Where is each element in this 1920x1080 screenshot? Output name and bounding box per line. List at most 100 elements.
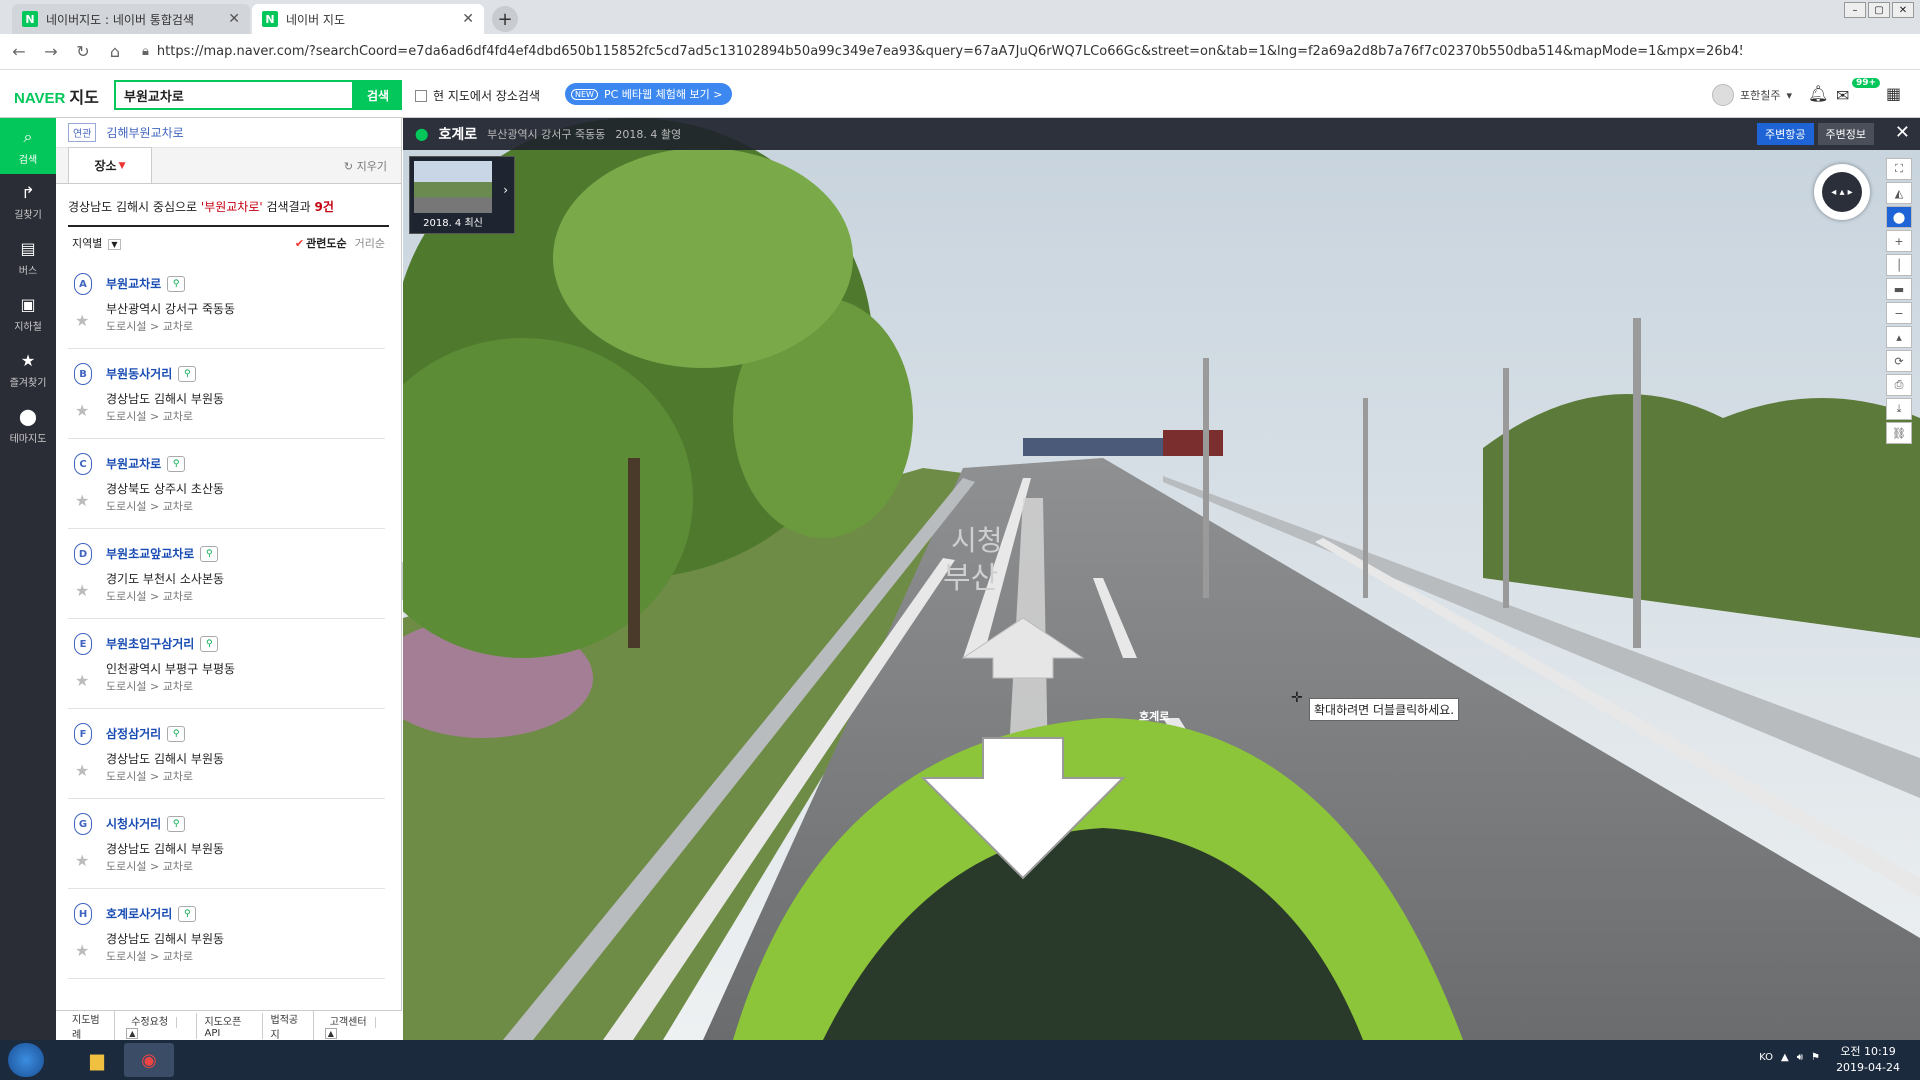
street-view[interactable]: 시청 부산 ⬤ 호계로 부산광역시 강서구 죽동동 2018. 4 촬영 주변항… — [403, 118, 1920, 1040]
nav-directions[interactable]: ↱ 길찾기 — [0, 174, 56, 230]
browser-tab-search[interactable]: N 네이버지도 : 네이버 통합검색 ✕ — [12, 4, 250, 34]
nav-search[interactable]: ⌕ 검색 — [0, 118, 56, 174]
location-pin-icon[interactable]: ⚲ — [178, 905, 197, 922]
print-icon[interactable]: ⎙ — [1886, 374, 1912, 396]
link-icon[interactable]: ⛓ — [1886, 422, 1912, 444]
street-view-image[interactable]: 시청 부산 — [403, 118, 1920, 1040]
volume-icon[interactable]: 🔊︎ — [1797, 1052, 1803, 1063]
result-item[interactable]: F ★ 삼정삼거리 ⚲ 경상남도 김해시 부원동 도로시설 > 교차로 — [68, 709, 385, 799]
map-marker-icon[interactable]: F — [74, 723, 92, 745]
star-icon[interactable]: ★ — [75, 311, 89, 330]
star-icon[interactable]: ★ — [75, 581, 89, 600]
close-tab-icon[interactable]: ✕ — [462, 11, 474, 27]
flag-icon[interactable]: ⚑ — [1811, 1052, 1820, 1063]
zoom-out-icon[interactable]: − — [1886, 302, 1912, 324]
location-pin-icon[interactable]: ⚲ — [167, 275, 186, 292]
map-marker-icon[interactable]: G — [74, 813, 92, 835]
location-pin-icon[interactable]: ⚲ — [167, 815, 186, 832]
star-icon[interactable]: ★ — [75, 941, 89, 960]
result-item[interactable]: E ★ 부원초입구삼거리 ⚲ 인천광역시 부평구 부평동 도로시설 > 교차로 — [68, 619, 385, 709]
location-pin-icon[interactable]: ⚲ — [167, 725, 186, 742]
map-marker-icon[interactable]: B — [74, 363, 92, 385]
sort-distance[interactable]: 거리순 — [355, 235, 385, 251]
region-filter[interactable]: 지역별 ▼ — [72, 235, 121, 251]
footer-link[interactable]: 지도오픈API — [197, 1012, 263, 1039]
result-item[interactable]: A ★ 부원교차로 ⚲ 부산광역시 강서구 죽동동 도로시설 > 교차로 — [68, 259, 385, 349]
checkbox-icon[interactable] — [415, 89, 427, 102]
start-button[interactable] — [8, 1043, 44, 1077]
naver-logo[interactable]: NAVER 지도 — [14, 84, 99, 108]
close-icon[interactable]: ✕ — [1895, 122, 1910, 143]
close-tab-icon[interactable]: ✕ — [228, 11, 240, 27]
result-name[interactable]: 삼정삼거리 ⚲ — [106, 725, 186, 742]
nav-bus[interactable]: ▤ 버스 — [0, 230, 56, 286]
star-icon[interactable]: ★ — [75, 401, 89, 420]
star-icon[interactable]: ★ — [75, 491, 89, 510]
street-view-toggle-icon[interactable]: ⬤ — [1886, 206, 1912, 228]
aviation-view-icon[interactable]: ◭ — [1886, 182, 1912, 204]
chevron-right-icon[interactable]: › — [503, 183, 508, 197]
nearby-aviation-button[interactable]: 주변항공 — [1757, 123, 1814, 145]
location-pin-icon[interactable]: ⚲ — [200, 545, 219, 562]
nav-favorites[interactable]: ★ 즐겨찾기 — [0, 342, 56, 398]
map-marker-icon[interactable]: H — [74, 903, 92, 925]
network-icon[interactable]: ▲ — [1781, 1052, 1789, 1063]
apps-grid-icon[interactable]: ▦ — [1886, 84, 1901, 103]
back-icon[interactable]: ← — [6, 39, 32, 65]
footer-link[interactable]: 지도범례 — [64, 1010, 116, 1041]
result-item[interactable]: H ★ 호계로사거리 ⚲ 경상남도 김해시 부원동 도로시설 > 교차로 — [68, 889, 385, 979]
nav-subway[interactable]: ▣ 지하철 — [0, 286, 56, 342]
footer-link[interactable]: 수정요청▲ — [115, 1012, 197, 1039]
result-item[interactable]: B ★ 부원동사거리 ⚲ 경상남도 김해시 부원동 도로시설 > 교차로 — [68, 349, 385, 439]
result-name[interactable]: 부원동사거리 ⚲ — [106, 365, 197, 382]
result-item[interactable]: C ★ 부원교차로 ⚲ 경상북도 상주시 초산동 도로시설 > 교차로 — [68, 439, 385, 529]
past-view-thumbnail[interactable]: 2018. 4 최신 › — [409, 156, 515, 234]
home-icon[interactable]: ⌂ — [102, 39, 128, 65]
url-input[interactable]: 🔒︎ https://map.naver.com/?searchCoord=e7… — [142, 37, 1742, 66]
footer-link[interactable]: 고객센터▲ — [314, 1013, 394, 1039]
zoom-in-icon[interactable]: + — [1886, 230, 1912, 252]
result-item[interactable]: D ★ 부원초교앞교차로 ⚲ 경기도 부천시 소사본동 도로시설 > 교차로 — [68, 529, 385, 619]
fullscreen-icon[interactable]: ⛶ — [1886, 158, 1912, 180]
user-menu[interactable]: 포한칠주 ▾ — [1712, 84, 1792, 106]
close-window-button[interactable]: ✕ — [1892, 2, 1914, 18]
result-item[interactable]: G ★ 시청사거리 ⚲ 경상남도 김해시 부원동 도로시설 > 교차로 — [68, 799, 385, 889]
sort-relevance[interactable]: 관련도순 — [295, 235, 346, 251]
result-name[interactable]: 부원교차로 ⚲ — [106, 455, 186, 472]
star-icon[interactable]: ★ — [75, 851, 89, 870]
maximize-button[interactable]: ▢ — [1868, 2, 1890, 18]
direction-arrows-icon[interactable]: ◂ ▴ ▸ — [1822, 172, 1862, 212]
result-name[interactable]: 부원초입구삼거리 ⚲ — [106, 635, 219, 652]
map-marker-icon[interactable]: C — [74, 453, 92, 475]
minimize-button[interactable]: – — [1844, 2, 1866, 18]
folder-icon[interactable]: ▆ — [72, 1043, 122, 1077]
beta-web-button[interactable]: NEW PC 베타웹 체험해 보기 > — [565, 83, 733, 105]
language-indicator[interactable]: KO — [1759, 1052, 1773, 1063]
location-pin-icon[interactable]: ⚲ — [178, 365, 197, 382]
result-name[interactable]: 부원교차로 ⚲ — [106, 275, 186, 292]
result-name[interactable]: 호계로사거리 ⚲ — [106, 905, 197, 922]
chrome-icon[interactable]: ◉ — [124, 1043, 174, 1077]
taskbar-clock[interactable]: 오전 10:19 2019-04-24 — [1836, 1044, 1900, 1076]
related-search-link[interactable]: 김해부원교차로 — [106, 124, 183, 141]
save-icon[interactable]: ⤓ — [1886, 398, 1912, 420]
star-icon[interactable]: ★ — [75, 761, 89, 780]
search-input[interactable]: 부원교차로 — [114, 80, 354, 110]
rotate-icon[interactable]: ⟳ — [1886, 350, 1912, 372]
new-tab-button[interactable]: + — [492, 6, 518, 32]
location-pin-icon[interactable]: ⚲ — [167, 455, 186, 472]
zoom-handle[interactable]: ▬ — [1886, 278, 1912, 300]
reload-icon[interactable]: ↻ — [70, 39, 96, 65]
search-button[interactable]: 검색 — [354, 80, 402, 110]
result-name[interactable]: 부원초교앞교차로 ⚲ — [106, 545, 219, 562]
map-marker-icon[interactable]: A — [74, 273, 92, 295]
clear-button[interactable]: ↻ 지우기 — [344, 158, 387, 174]
zoom-slider[interactable]: │ — [1886, 254, 1912, 276]
nearby-info-button[interactable]: 주변정보 — [1817, 123, 1874, 145]
map-marker-icon[interactable]: E — [74, 633, 92, 655]
map-marker-icon[interactable]: D — [74, 543, 92, 565]
result-name[interactable]: 시청사거리 ⚲ — [106, 815, 186, 832]
search-current-map-checkbox[interactable]: 현 지도에서 장소검색 — [415, 87, 540, 104]
location-pin-icon[interactable]: ⚲ — [200, 635, 219, 652]
footer-link[interactable]: 법적공지 — [263, 1010, 314, 1041]
